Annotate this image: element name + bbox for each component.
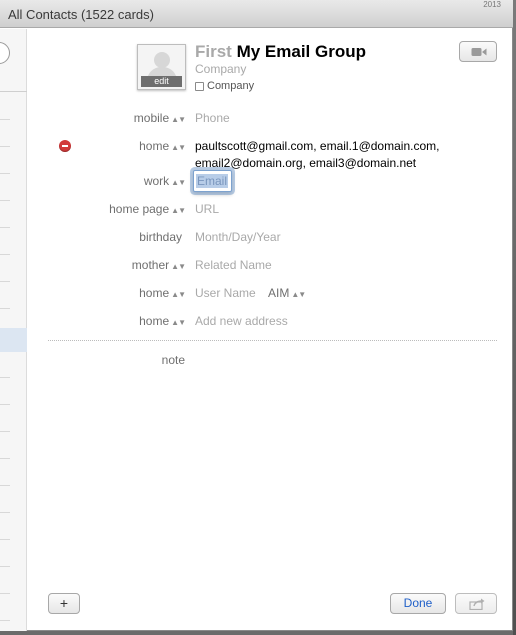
field-label-home-email[interactable]: home ▲▼ [139, 139, 186, 153]
list-row-divider [0, 119, 10, 120]
company-checkbox-label: Company [207, 80, 255, 92]
note-label: note [161, 353, 185, 367]
phone-field[interactable]: Phone [195, 111, 230, 125]
field-label-text: mother [131, 258, 170, 272]
list-row-divider [0, 308, 10, 309]
label-popup-icon: ▲▼ [171, 178, 186, 187]
list-row-divider [0, 200, 10, 201]
contacts-list-sidebar[interactable] [0, 29, 27, 631]
list-row-divider [0, 512, 10, 513]
field-label-text: work [143, 174, 170, 188]
last-name-field[interactable]: My Email Group [237, 42, 366, 61]
notes-separator [48, 340, 497, 341]
field-label-home-page[interactable]: home page ▲▼ [109, 202, 186, 216]
label-popup-icon: ▲▼ [171, 115, 186, 124]
list-row-divider [0, 377, 10, 378]
field-label-home-address[interactable]: home ▲▼ [139, 314, 186, 328]
list-row-divider [0, 458, 10, 459]
list-row-divider [0, 254, 10, 255]
window-title: All Contacts (1522 cards) [8, 7, 154, 22]
im-service-label: AIM [268, 286, 290, 300]
facetime-button[interactable] [459, 41, 497, 62]
contacts-window: All Contacts (1522 cards) 2013 edit Firs… [0, 0, 513, 631]
list-row-divider [0, 404, 10, 405]
im-service-popup[interactable]: AIM ▲▼ [268, 286, 306, 300]
label-popup-icon: ▲▼ [171, 290, 186, 299]
search-field-edge[interactable] [0, 42, 10, 64]
list-row-divider [0, 539, 10, 540]
list-row-divider [0, 566, 10, 567]
avatar-edit-label[interactable]: edit [141, 76, 182, 87]
url-field[interactable]: URL [195, 202, 219, 216]
field-label-home-im[interactable]: home ▲▼ [139, 286, 186, 300]
field-label-text: home page [109, 202, 170, 216]
email-field-home-line2[interactable]: email2@domain.org, email3@domain.net [195, 156, 416, 170]
title-bar: All Contacts (1522 cards) 2013 [0, 0, 513, 28]
label-popup-icon: ▲▼ [171, 318, 186, 327]
contact-avatar[interactable]: edit [137, 44, 186, 90]
list-row-divider [0, 227, 10, 228]
service-popup-icon: ▲▼ [291, 290, 306, 299]
field-label-mother[interactable]: mother ▲▼ [131, 258, 186, 272]
field-label-text: home [139, 314, 170, 328]
corner-text: 2013 [483, 0, 501, 9]
list-row-divider [0, 146, 10, 147]
address-field[interactable]: Add new address [195, 314, 288, 328]
list-row-divider [0, 485, 10, 486]
share-icon [469, 598, 485, 610]
video-camera-icon [471, 48, 487, 56]
company-checkbox-row[interactable]: Company [195, 80, 254, 92]
list-row-divider [0, 620, 10, 621]
field-label-mobile[interactable]: mobile ▲▼ [133, 111, 186, 125]
sidebar-separator [0, 91, 27, 92]
company-checkbox[interactable] [195, 81, 204, 91]
field-label-text: mobile [133, 111, 170, 125]
done-button[interactable]: Done [390, 593, 446, 614]
list-row-divider [0, 173, 10, 174]
field-label-text: home [139, 286, 170, 300]
label-popup-icon: ▲▼ [171, 143, 186, 152]
add-field-button[interactable]: + [48, 593, 80, 614]
field-label-text: home [139, 139, 170, 153]
field-label-work[interactable]: work ▲▼ [143, 174, 186, 188]
first-name-field[interactable]: First [195, 42, 232, 61]
field-label-birthday: birthday [139, 230, 182, 244]
selected-contact-row[interactable] [0, 328, 27, 352]
related-name-field[interactable]: Related Name [195, 258, 272, 272]
email-field-home-line1[interactable]: paultscott@gmail.com, email.1@domain.com… [195, 139, 439, 153]
list-row-divider [0, 431, 10, 432]
label-popup-icon: ▲▼ [171, 206, 186, 215]
list-row-divider [0, 281, 10, 282]
remove-field-icon[interactable] [59, 140, 71, 152]
share-button[interactable] [455, 593, 497, 614]
list-row-divider [0, 593, 10, 594]
email-field-work-text: Email [196, 174, 229, 188]
im-username-field[interactable]: User Name [195, 286, 256, 300]
contact-name[interactable]: First My Email Group [195, 42, 366, 62]
email-field-work[interactable]: Email [193, 170, 232, 192]
person-silhouette-icon [154, 52, 170, 68]
birthday-field[interactable]: Month/Day/Year [195, 230, 281, 244]
company-field[interactable]: Company [195, 62, 246, 76]
label-popup-icon: ▲▼ [171, 262, 186, 271]
